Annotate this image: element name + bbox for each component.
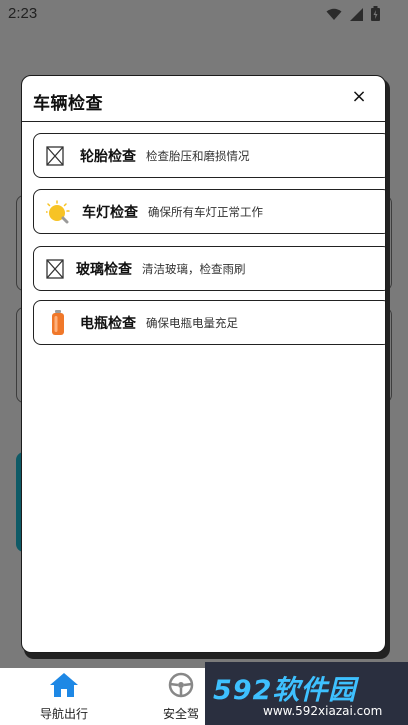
check-item-desc: 清洁玻璃，检查雨刷 xyxy=(142,261,246,276)
check-item-lights[interactable]: 车灯检查 确保所有车灯正常工作 xyxy=(33,189,385,234)
nav-label: 导航出行 xyxy=(40,707,89,721)
steering-wheel-icon xyxy=(167,672,195,702)
check-item-desc: 检查胎压和磨损情况 xyxy=(146,148,250,163)
broken-image-icon xyxy=(44,258,66,280)
broken-image-icon xyxy=(44,145,66,167)
check-item-desc: 确保电瓶电量充足 xyxy=(146,315,238,330)
close-button[interactable]: × xyxy=(347,85,371,109)
home-icon xyxy=(49,672,79,702)
status-bar: 2:23 xyxy=(0,0,408,28)
check-item-name: 玻璃检查 xyxy=(76,261,132,278)
wifi-icon xyxy=(326,6,342,25)
check-item-name: 车灯检查 xyxy=(82,204,138,221)
watermark-brand: 592软件园 xyxy=(213,675,357,706)
battery-icon xyxy=(371,6,380,25)
check-item-name: 轮胎检查 xyxy=(80,148,136,165)
signal-icon xyxy=(350,6,363,25)
check-item-glass[interactable]: 玻璃检查 清洁玻璃，检查雨刷 xyxy=(33,246,385,291)
check-item-tire[interactable]: 轮胎检查 检查胎压和磨损情况 xyxy=(33,133,385,178)
nav-label: 安全驾 xyxy=(163,707,200,721)
check-item-desc: 确保所有车灯正常工作 xyxy=(148,204,263,219)
check-item-name: 电瓶检查 xyxy=(80,315,136,332)
nav-item-navigation[interactable]: 导航出行 xyxy=(40,672,88,722)
vehicle-check-dialog: 车辆检查 × 轮胎检查 检查胎压和磨损情况 车灯检查 确保所有车灯正常工作 玻璃… xyxy=(21,75,386,653)
dialog-header: 车辆检查 × xyxy=(22,76,385,122)
dialog-title: 车辆检查 xyxy=(33,94,103,114)
watermark-url: www.592xiazai.com xyxy=(263,704,383,718)
watermark: 592软件园 www.592xiazai.com xyxy=(205,662,408,725)
nav-item-safe-driving[interactable]: 安全驾 xyxy=(163,672,199,722)
battery-icon xyxy=(48,309,68,335)
check-item-battery[interactable]: 电瓶检查 确保电瓶电量充足 xyxy=(33,300,385,345)
status-time: 2:23 xyxy=(8,5,38,22)
light-bulb-icon xyxy=(46,199,72,223)
